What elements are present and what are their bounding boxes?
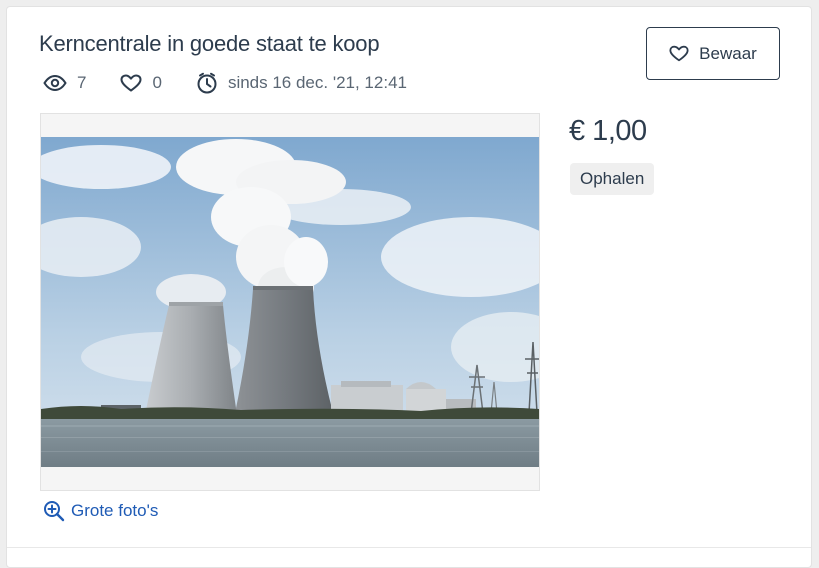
listing-stats: 7 0 sinds 16 dec. '21, 12:41 (43, 71, 441, 95)
big-photos-link[interactable]: Grote foto's (43, 500, 158, 522)
big-photos-label: Grote foto's (71, 501, 159, 520)
listing-photo[interactable] (41, 137, 539, 467)
save-button-label: Bewaar (699, 43, 757, 63)
clock-icon (197, 72, 217, 94)
views-stat: 7 (43, 73, 86, 93)
views-count: 7 (77, 73, 87, 92)
divider (7, 547, 811, 548)
listing-title: Kerncentrale in goede staat te koop (39, 31, 380, 56)
save-button[interactable]: Bewaar (646, 27, 780, 80)
favorites-stat: 0 (120, 73, 162, 93)
since-text: sinds 16 dec. '21, 12:41 (227, 73, 407, 92)
heart-icon (120, 74, 142, 92)
delivery-tag: Ophalen (570, 163, 655, 195)
favorites-count: 0 (152, 73, 162, 92)
heart-icon (669, 45, 689, 62)
listing-card: Kerncentrale in goede staat te koop 7 0 … (6, 6, 812, 568)
zoom-in-icon (44, 501, 65, 522)
photo-frame[interactable] (40, 113, 540, 491)
since-stat: sinds 16 dec. '21, 12:41 (196, 72, 407, 94)
listing-price: € 1,00 (569, 115, 647, 147)
eye-icon (43, 75, 67, 91)
